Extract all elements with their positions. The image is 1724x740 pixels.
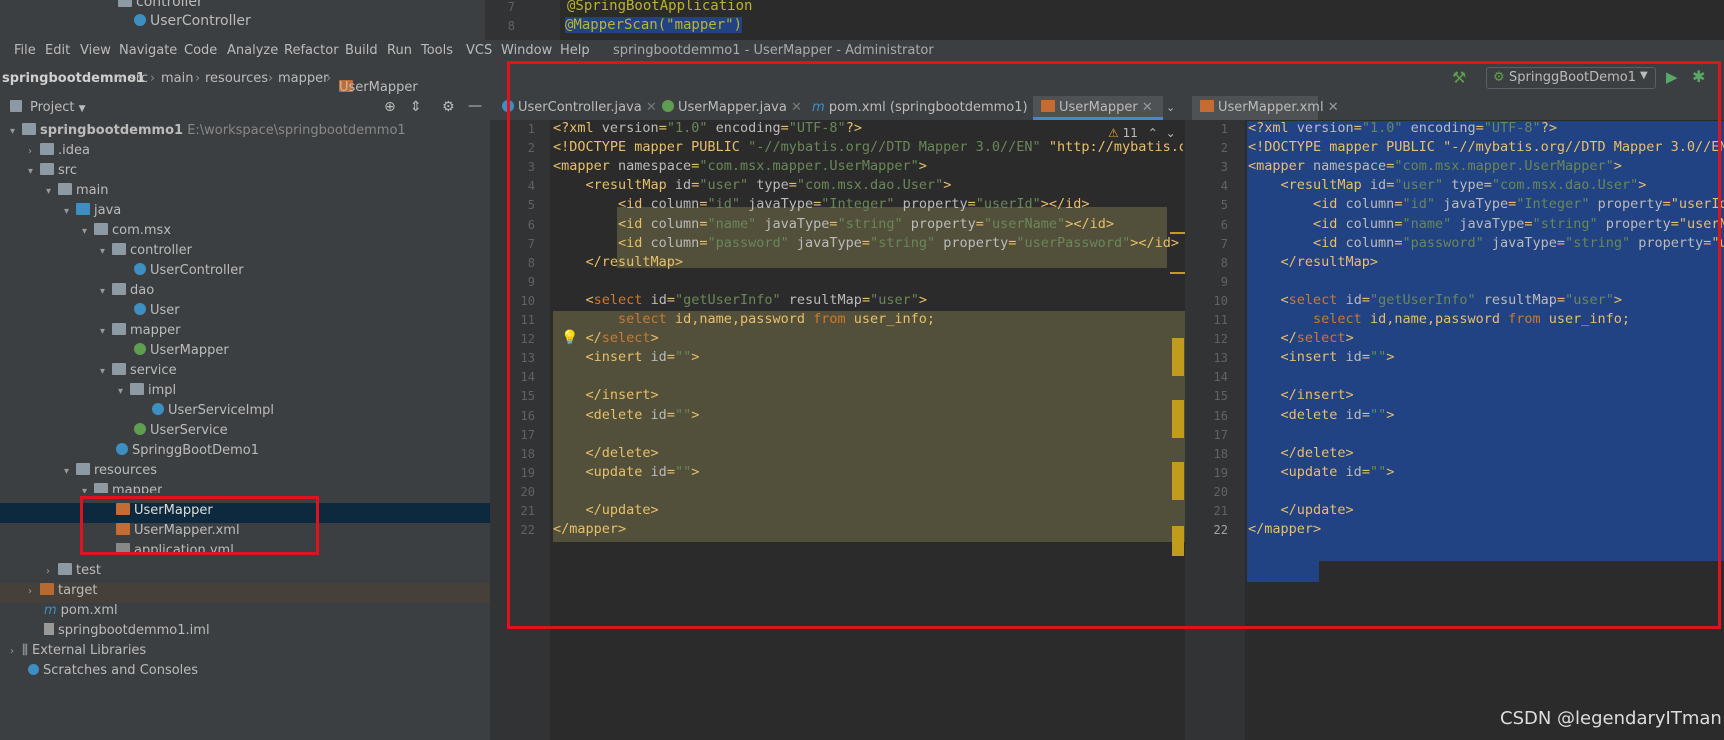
tree-item-com-msx[interactable]: ▾ com.msx [82, 223, 171, 243]
package-icon [112, 363, 126, 375]
source-folder-icon [76, 203, 90, 215]
tree-item-java[interactable]: ▾ java [64, 203, 121, 223]
class-icon [134, 14, 146, 26]
module-file-icon [44, 623, 54, 635]
minimize-icon[interactable]: — [468, 98, 482, 114]
menu-tools[interactable]: Tools [421, 43, 453, 58]
tree-item-target[interactable]: › target [28, 583, 98, 603]
menu-bar: File Edit View Navigate Code Analyze Ref… [0, 40, 1724, 62]
tree-item-springbootdemo1[interactable]: SpringgBootDemo1 [104, 443, 259, 463]
library-icon: ⫼ [22, 643, 28, 658]
maven-icon: m [44, 603, 57, 618]
tree-item-external-libraries[interactable]: › ⫼ External Libraries [10, 643, 146, 663]
folder-icon [40, 143, 54, 155]
menu-view[interactable]: View [80, 43, 111, 58]
tree-item-usermapper-java[interactable]: UserMapper [122, 343, 229, 363]
watermark: CSDN @legendaryITman [1500, 708, 1722, 729]
menu-analyze[interactable]: Analyze [227, 43, 278, 58]
breadcrumb-sep: › [326, 71, 332, 86]
tree-item-idea[interactable]: › .idea [28, 143, 90, 163]
menu-file[interactable]: File [14, 43, 36, 58]
tree-item-src[interactable]: ▾ src [28, 163, 77, 183]
tree-item-mapper-pkg[interactable]: ▾ mapper [100, 323, 180, 343]
breadcrumb-resources[interactable]: resources [205, 71, 268, 86]
package-icon [94, 223, 108, 235]
tree-item-userservice[interactable]: UserService [122, 423, 228, 443]
menu-help[interactable]: Help [560, 43, 590, 58]
tree-item-iml[interactable]: springbootdemmo1.iml [44, 623, 210, 643]
menu-code[interactable]: Code [184, 43, 217, 58]
package-icon [112, 283, 126, 295]
scratches-icon [28, 664, 39, 675]
tree-item-service[interactable]: ▾ service [100, 363, 177, 383]
tree-item-user[interactable]: User [122, 303, 180, 323]
tree-item-pom[interactable]: m pom.xml [44, 603, 118, 623]
project-view-select[interactable]: Project ▼ [30, 100, 86, 115]
breadcrumb-mapper[interactable]: mapper [278, 71, 328, 86]
tree-item-dao[interactable]: ▾ dao [100, 283, 154, 303]
breadcrumb-sep: › [117, 71, 123, 86]
background-editor-fragment: controller UserController 7 8 @SpringBoo… [0, 0, 1724, 40]
tree-item-main[interactable]: ▾ main [46, 183, 108, 203]
breadcrumb-sep: › [268, 71, 274, 86]
tree-item-userserviceimpl[interactable]: UserServiceImpl [140, 403, 274, 423]
spring-class-icon [116, 443, 128, 455]
tree-item-usercontroller[interactable]: UserController [134, 13, 251, 29]
class-icon [134, 263, 146, 275]
annotation-mapperscan: @MapperScan("mapper") [565, 17, 743, 33]
tree-item-controller[interactable]: controller [118, 0, 203, 10]
menu-vcs[interactable]: VCS [466, 43, 492, 58]
resources-folder-icon [76, 463, 90, 475]
interface-icon [134, 343, 146, 355]
project-panel-header: Project ▼ ⊕ ⇕ ⚙ — [0, 96, 490, 120]
class-icon [152, 403, 164, 415]
folder-icon [94, 483, 108, 493]
annotation-box-tree [80, 496, 319, 555]
menu-build[interactable]: Build [345, 43, 378, 58]
menu-run[interactable]: Run [387, 43, 412, 58]
tree-item-impl[interactable]: ▾ impl [118, 383, 176, 403]
breadcrumb-sep: › [150, 71, 156, 86]
annotation-box-editor [507, 61, 1721, 629]
menu-edit[interactable]: Edit [45, 43, 70, 58]
menu-refactor[interactable]: Refactor [284, 43, 339, 58]
folder-icon [22, 123, 36, 135]
package-icon [130, 383, 144, 395]
project-icon [10, 100, 26, 115]
tree-item-test[interactable]: › test [46, 563, 101, 583]
breadcrumb-project[interactable]: springbootdemmo1 [2, 71, 145, 86]
class-icon [134, 303, 146, 315]
package-icon [112, 323, 126, 335]
folder-icon [118, 0, 132, 7]
tree-item-scratches[interactable]: Scratches and Consoles [28, 663, 198, 683]
tree-item-usercontroller[interactable]: UserController [122, 263, 244, 283]
tree-item-mapper-res[interactable]: ▾ mapper [82, 483, 162, 493]
annotation-springboot: @SpringBootApplication [567, 0, 753, 14]
menu-navigate[interactable]: Navigate [119, 43, 177, 58]
folder-icon [40, 163, 54, 175]
interface-icon [134, 423, 146, 435]
menu-window[interactable]: Window [501, 43, 552, 58]
locate-icon[interactable]: ⊕ [384, 99, 396, 115]
tree-item-project-root[interactable]: ▾ springbootdemmo1 E:\workspace\springboo… [10, 123, 406, 143]
package-icon [112, 243, 126, 255]
folder-icon [58, 183, 72, 195]
gear-icon[interactable]: ⚙ [442, 99, 455, 115]
collapse-icon[interactable]: ⇕ [410, 99, 422, 115]
breadcrumb-main[interactable]: main [161, 71, 193, 86]
window-title: springbootdemmo1 - UserMapper - Administ… [613, 43, 934, 58]
tree-item-controller[interactable]: ▾ controller [100, 243, 192, 263]
excluded-folder-icon [40, 583, 54, 595]
breadcrumb-sep: › [195, 71, 201, 86]
folder-icon [58, 563, 72, 575]
tree-item-resources[interactable]: ▾ resources [64, 463, 157, 483]
breadcrumb-src[interactable]: src [129, 71, 148, 86]
